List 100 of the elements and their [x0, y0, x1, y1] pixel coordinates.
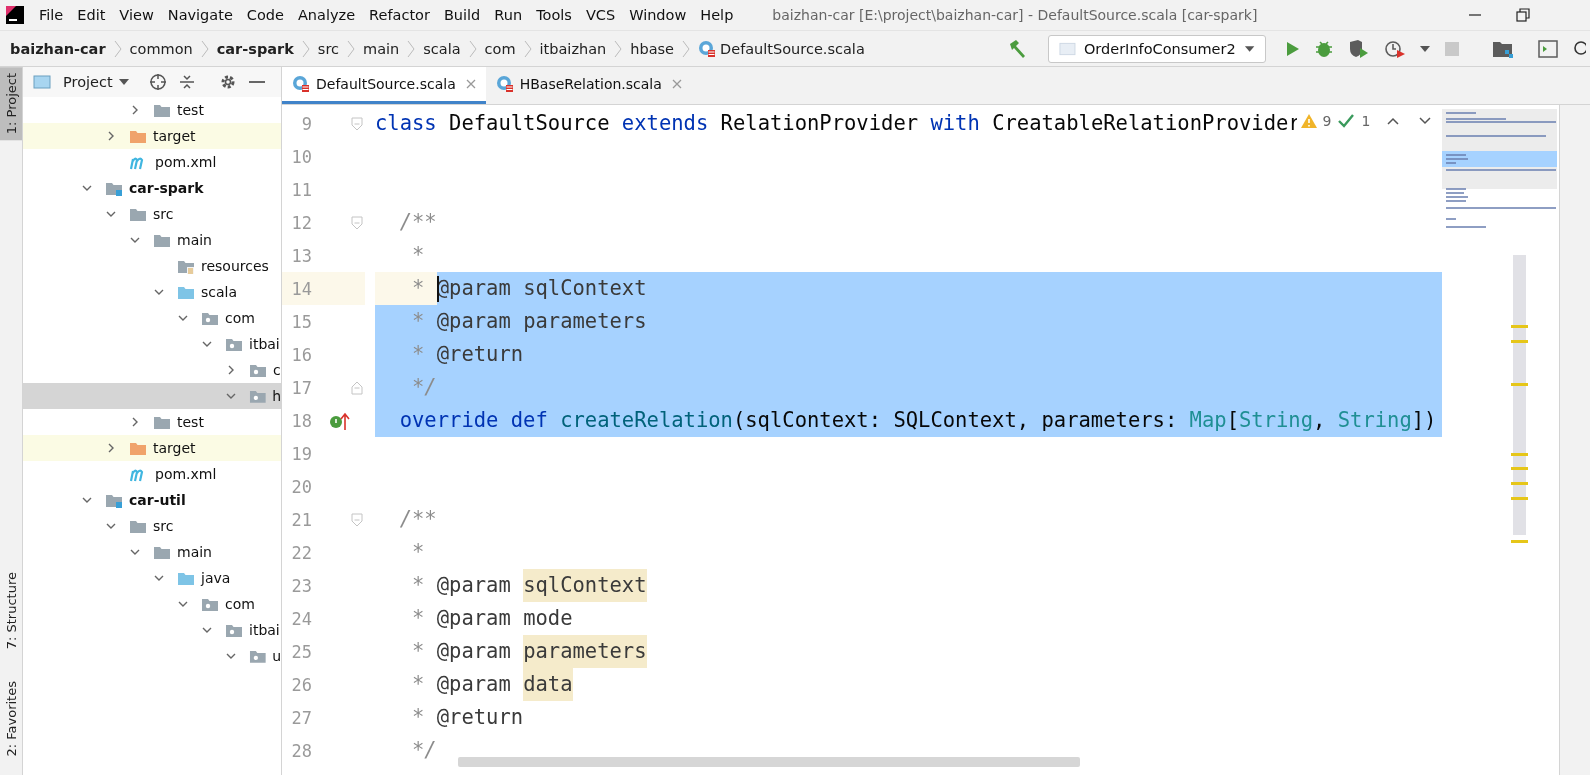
scrollbar-thumb[interactable] [1513, 255, 1526, 535]
check-icon[interactable] [1337, 113, 1356, 129]
code-text: * [411, 671, 426, 698]
menu-item[interactable]: File [32, 7, 71, 23]
fold-marker-icon[interactable] [351, 116, 363, 131]
tool-window-tab[interactable]: 2: Favorites [0, 675, 22, 763]
tree-item[interactable]: pom.xml [23, 461, 281, 487]
editor-tab[interactable]: DefaultSource.scala [282, 67, 486, 104]
menu-item[interactable]: Code [239, 7, 291, 23]
tree-item[interactable]: c [23, 357, 281, 383]
menu-item[interactable]: Build [436, 7, 488, 23]
tool-window-tab[interactable]: 1: Project [0, 67, 22, 141]
tree-item[interactable]: com [23, 305, 281, 331]
coverage-icon[interactable] [1348, 38, 1370, 59]
code-text: @param [436, 638, 512, 665]
menu-item[interactable]: Tools [529, 7, 579, 23]
run-configuration-dropdown[interactable]: OrderInfoConsumer2 [1048, 34, 1266, 63]
code-text: /** [398, 209, 437, 236]
line-number: 21 [290, 509, 312, 530]
tree-item[interactable]: com [23, 591, 281, 617]
code-text: @param [436, 305, 524, 338]
breadcrumb[interactable]: hbase [630, 40, 675, 57]
fold-marker-icon[interactable] [351, 215, 363, 230]
code-text: * [411, 275, 426, 302]
tree-item[interactable]: car-spark [23, 175, 281, 201]
code-text: CreatableRelationProvider [991, 110, 1301, 137]
collapse-icon[interactable] [178, 73, 195, 91]
code-text: * [411, 572, 426, 599]
breadcrumb[interactable]: DefaultSource.scala [720, 40, 865, 57]
tree-item[interactable]: resources [23, 253, 281, 279]
restore-icon[interactable] [1516, 8, 1530, 22]
menu-item[interactable]: Navigate [160, 7, 240, 23]
breadcrumb[interactable]: car-spark [216, 40, 294, 57]
tree-item[interactable]: pom.xml [23, 149, 281, 175]
tree-item[interactable]: target [23, 435, 281, 461]
run-icon[interactable] [1284, 40, 1300, 57]
folder-icon [153, 102, 171, 118]
chevron-icon [468, 38, 477, 59]
tree-item[interactable]: h [23, 383, 281, 409]
tree-item[interactable]: test [23, 409, 281, 435]
breadcrumb[interactable]: com [484, 40, 516, 57]
tree-item[interactable]: main [23, 539, 281, 565]
fold-marker-icon[interactable] [351, 380, 363, 395]
tree-item[interactable]: itbai [23, 331, 281, 357]
line-number: 20 [290, 476, 312, 497]
hide-icon[interactable] [248, 80, 265, 84]
editor-tab[interactable]: HBaseRelation.scala [485, 67, 692, 104]
folder-icon [153, 232, 171, 248]
bug-icon[interactable] [1314, 38, 1334, 59]
folder-icon [153, 414, 171, 430]
project-view-dropdown[interactable]: Project [63, 74, 113, 90]
caret-icon[interactable] [118, 79, 129, 85]
override-marker-icon[interactable] [329, 410, 351, 431]
chevron-icon [682, 38, 691, 59]
tree-item[interactable]: test [23, 97, 281, 123]
close-icon[interactable] [465, 79, 476, 89]
code-text: data [523, 668, 573, 701]
project-structure-icon[interactable] [1492, 39, 1514, 58]
tree-item[interactable]: car-util [23, 487, 281, 513]
terminal-icon[interactable] [1538, 39, 1558, 58]
next-icon[interactable] [1418, 116, 1433, 126]
tool-window-tab[interactable]: 7: Structure [0, 566, 22, 656]
code-text: * [411, 704, 426, 731]
breadcrumb[interactable]: scala [423, 40, 461, 57]
tree-item[interactable]: src [23, 513, 281, 539]
folder-icon [129, 518, 147, 534]
menu-item[interactable]: Refactor [362, 7, 437, 23]
breadcrumb[interactable]: common [129, 40, 193, 57]
tree-item[interactable]: java [23, 565, 281, 591]
line-number: 26 [290, 674, 312, 695]
folder-icon [129, 206, 147, 222]
code-text: * [411, 242, 425, 269]
breadcrumb[interactable]: src [317, 40, 340, 57]
menu-item[interactable]: Run [487, 7, 530, 23]
breadcrumb[interactable]: baizhan-car [10, 40, 106, 57]
code-text: extends [621, 110, 709, 137]
search-icon[interactable] [1572, 39, 1586, 58]
tree-item[interactable]: target [23, 123, 281, 149]
chevron-icon [407, 38, 416, 59]
menu-item[interactable]: Window [622, 7, 694, 23]
line-number: 23 [290, 575, 312, 596]
caret-icon[interactable] [1420, 45, 1430, 52]
tree-item[interactable]: src [23, 201, 281, 227]
menu-item[interactable]: View [112, 7, 161, 23]
close-icon[interactable] [671, 79, 682, 89]
menu-item[interactable]: Edit [70, 7, 113, 23]
fold-marker-icon[interactable] [351, 512, 363, 527]
tree-item[interactable]: main [23, 227, 281, 253]
tree-item[interactable]: scala [23, 279, 281, 305]
previous-icon[interactable] [1386, 116, 1401, 126]
tree-item[interactable]: itbai [23, 617, 281, 643]
horizontal-scrollbar[interactable] [458, 757, 1080, 767]
menu-item[interactable]: VCS [578, 7, 623, 23]
profiler-icon[interactable] [1384, 38, 1406, 59]
menu-item[interactable]: Analyze [290, 7, 363, 23]
tree-item[interactable]: u [23, 643, 281, 669]
locate-icon[interactable] [148, 73, 167, 91]
breadcrumb[interactable]: main [363, 40, 400, 57]
menu-item[interactable]: Help [693, 7, 741, 23]
breadcrumb[interactable]: itbaizhan [539, 40, 607, 57]
